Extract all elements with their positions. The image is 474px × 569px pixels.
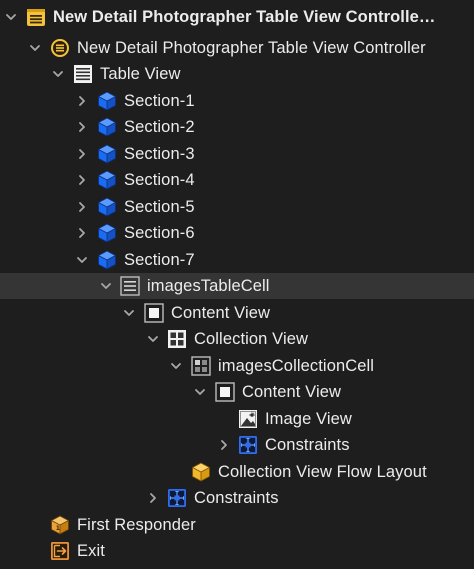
constraints-icon	[167, 488, 187, 508]
chevron-right-icon[interactable]	[217, 438, 231, 452]
outline-row-section[interactable]: Section-2	[0, 114, 474, 140]
chevron-down-icon[interactable]	[193, 385, 207, 399]
outline-row-section[interactable]: Section-1	[0, 88, 474, 114]
document-outline: New Detail Photographer Table View Contr…	[0, 0, 474, 569]
outline-row-section[interactable]: Section-4	[0, 167, 474, 193]
content-view-icon	[144, 303, 164, 323]
section-cube-icon	[97, 144, 117, 164]
outline-row-label: imagesTableCell	[147, 276, 270, 295]
outline-row-view-controller[interactable]: New Detail Photographer Table View Contr…	[0, 35, 474, 61]
chevron-right-icon[interactable]	[75, 226, 89, 240]
outline-row-collection-view[interactable]: Collection View	[0, 326, 474, 352]
outline-row-label: Image View	[265, 409, 352, 428]
outline-row-label: Collection View Flow Layout	[218, 462, 427, 481]
table-cell-icon	[120, 276, 140, 296]
chevron-down-icon[interactable]	[75, 253, 89, 267]
outline-row-label: New Detail Photographer Table View Contr…	[77, 38, 426, 57]
svg-text:1: 1	[56, 525, 60, 532]
outline-row-label: Collection View	[194, 329, 309, 348]
outline-row-content-view[interactable]: Content View	[0, 379, 474, 405]
image-view-icon	[238, 409, 258, 429]
scene-icon	[26, 7, 46, 27]
section-cube-icon	[97, 223, 117, 243]
chevron-right-icon[interactable]	[75, 94, 89, 108]
outline-row-label: Content View	[242, 382, 342, 401]
chevron-down-icon[interactable]	[4, 10, 18, 24]
chevron-down-icon[interactable]	[122, 306, 136, 320]
outline-row-scene[interactable]: New Detail Photographer Table View Contr…	[0, 4, 474, 30]
section-cube-icon	[97, 91, 117, 111]
outline-row-label: Section-4	[124, 170, 195, 189]
collection-cell-icon	[191, 356, 211, 376]
section-cube-icon	[97, 117, 117, 137]
outline-row-section[interactable]: Section-6	[0, 220, 474, 246]
chevron-right-icon[interactable]	[75, 120, 89, 134]
outline-row-section[interactable]: Section-5	[0, 194, 474, 220]
outline-row-label: Table View	[100, 64, 181, 83]
outline-row-section[interactable]: Section-7	[0, 247, 474, 273]
chevron-right-icon[interactable]	[75, 200, 89, 214]
chevron-down-icon[interactable]	[146, 332, 160, 346]
collection-view-icon	[167, 329, 187, 349]
outline-row-label: Section-3	[124, 144, 195, 163]
outline-row-label: Constraints	[194, 488, 279, 507]
chevron-down-icon[interactable]	[99, 279, 113, 293]
view-controller-icon	[50, 38, 70, 58]
outline-row-content-view[interactable]: Content View	[0, 300, 474, 326]
outline-row-label: Content View	[171, 303, 271, 322]
content-view-icon	[215, 382, 235, 402]
outline-row-label: Section-7	[124, 250, 195, 269]
section-cube-icon	[97, 197, 117, 217]
outline-row-label: Constraints	[265, 435, 350, 454]
table-view-icon	[73, 64, 93, 84]
outline-row-image-view[interactable]: Image View	[0, 406, 474, 432]
outline-row-collection-cell[interactable]: imagesCollectionCell	[0, 353, 474, 379]
exit-icon	[50, 541, 70, 561]
outline-row-section[interactable]: Section-3	[0, 141, 474, 167]
first-responder-icon: 1	[50, 515, 70, 535]
chevron-down-icon[interactable]	[169, 359, 183, 373]
outline-row-label: Section-5	[124, 197, 195, 216]
chevron-right-icon[interactable]	[146, 491, 160, 505]
outline-row-exit[interactable]: Exit	[0, 538, 474, 564]
outline-row-label: New Detail Photographer Table View Contr…	[53, 7, 436, 26]
outline-row-first-responder[interactable]: 1 First Responder	[0, 512, 474, 538]
outline-row-table-view[interactable]: Table View	[0, 61, 474, 87]
outline-row-flow-layout[interactable]: Collection View Flow Layout	[0, 459, 474, 485]
outline-row-label: First Responder	[77, 515, 196, 534]
section-cube-icon	[97, 170, 117, 190]
chevron-down-icon[interactable]	[51, 67, 65, 81]
flow-layout-cube-icon	[191, 462, 211, 482]
section-cube-icon	[97, 250, 117, 270]
outline-row-label: Exit	[77, 541, 105, 560]
outline-row-label: Section-1	[124, 91, 195, 110]
chevron-down-icon[interactable]	[28, 41, 42, 55]
outline-row-constraints[interactable]: Constraints	[0, 485, 474, 511]
outline-row-label: Section-2	[124, 117, 195, 136]
constraints-icon	[238, 435, 258, 455]
chevron-right-icon[interactable]	[75, 147, 89, 161]
chevron-right-icon[interactable]	[75, 173, 89, 187]
outline-row-label: imagesCollectionCell	[218, 356, 375, 375]
outline-row-constraints[interactable]: Constraints	[0, 432, 474, 458]
outline-row-label: Section-6	[124, 223, 195, 242]
outline-row-table-cell[interactable]: imagesTableCell	[0, 273, 474, 299]
